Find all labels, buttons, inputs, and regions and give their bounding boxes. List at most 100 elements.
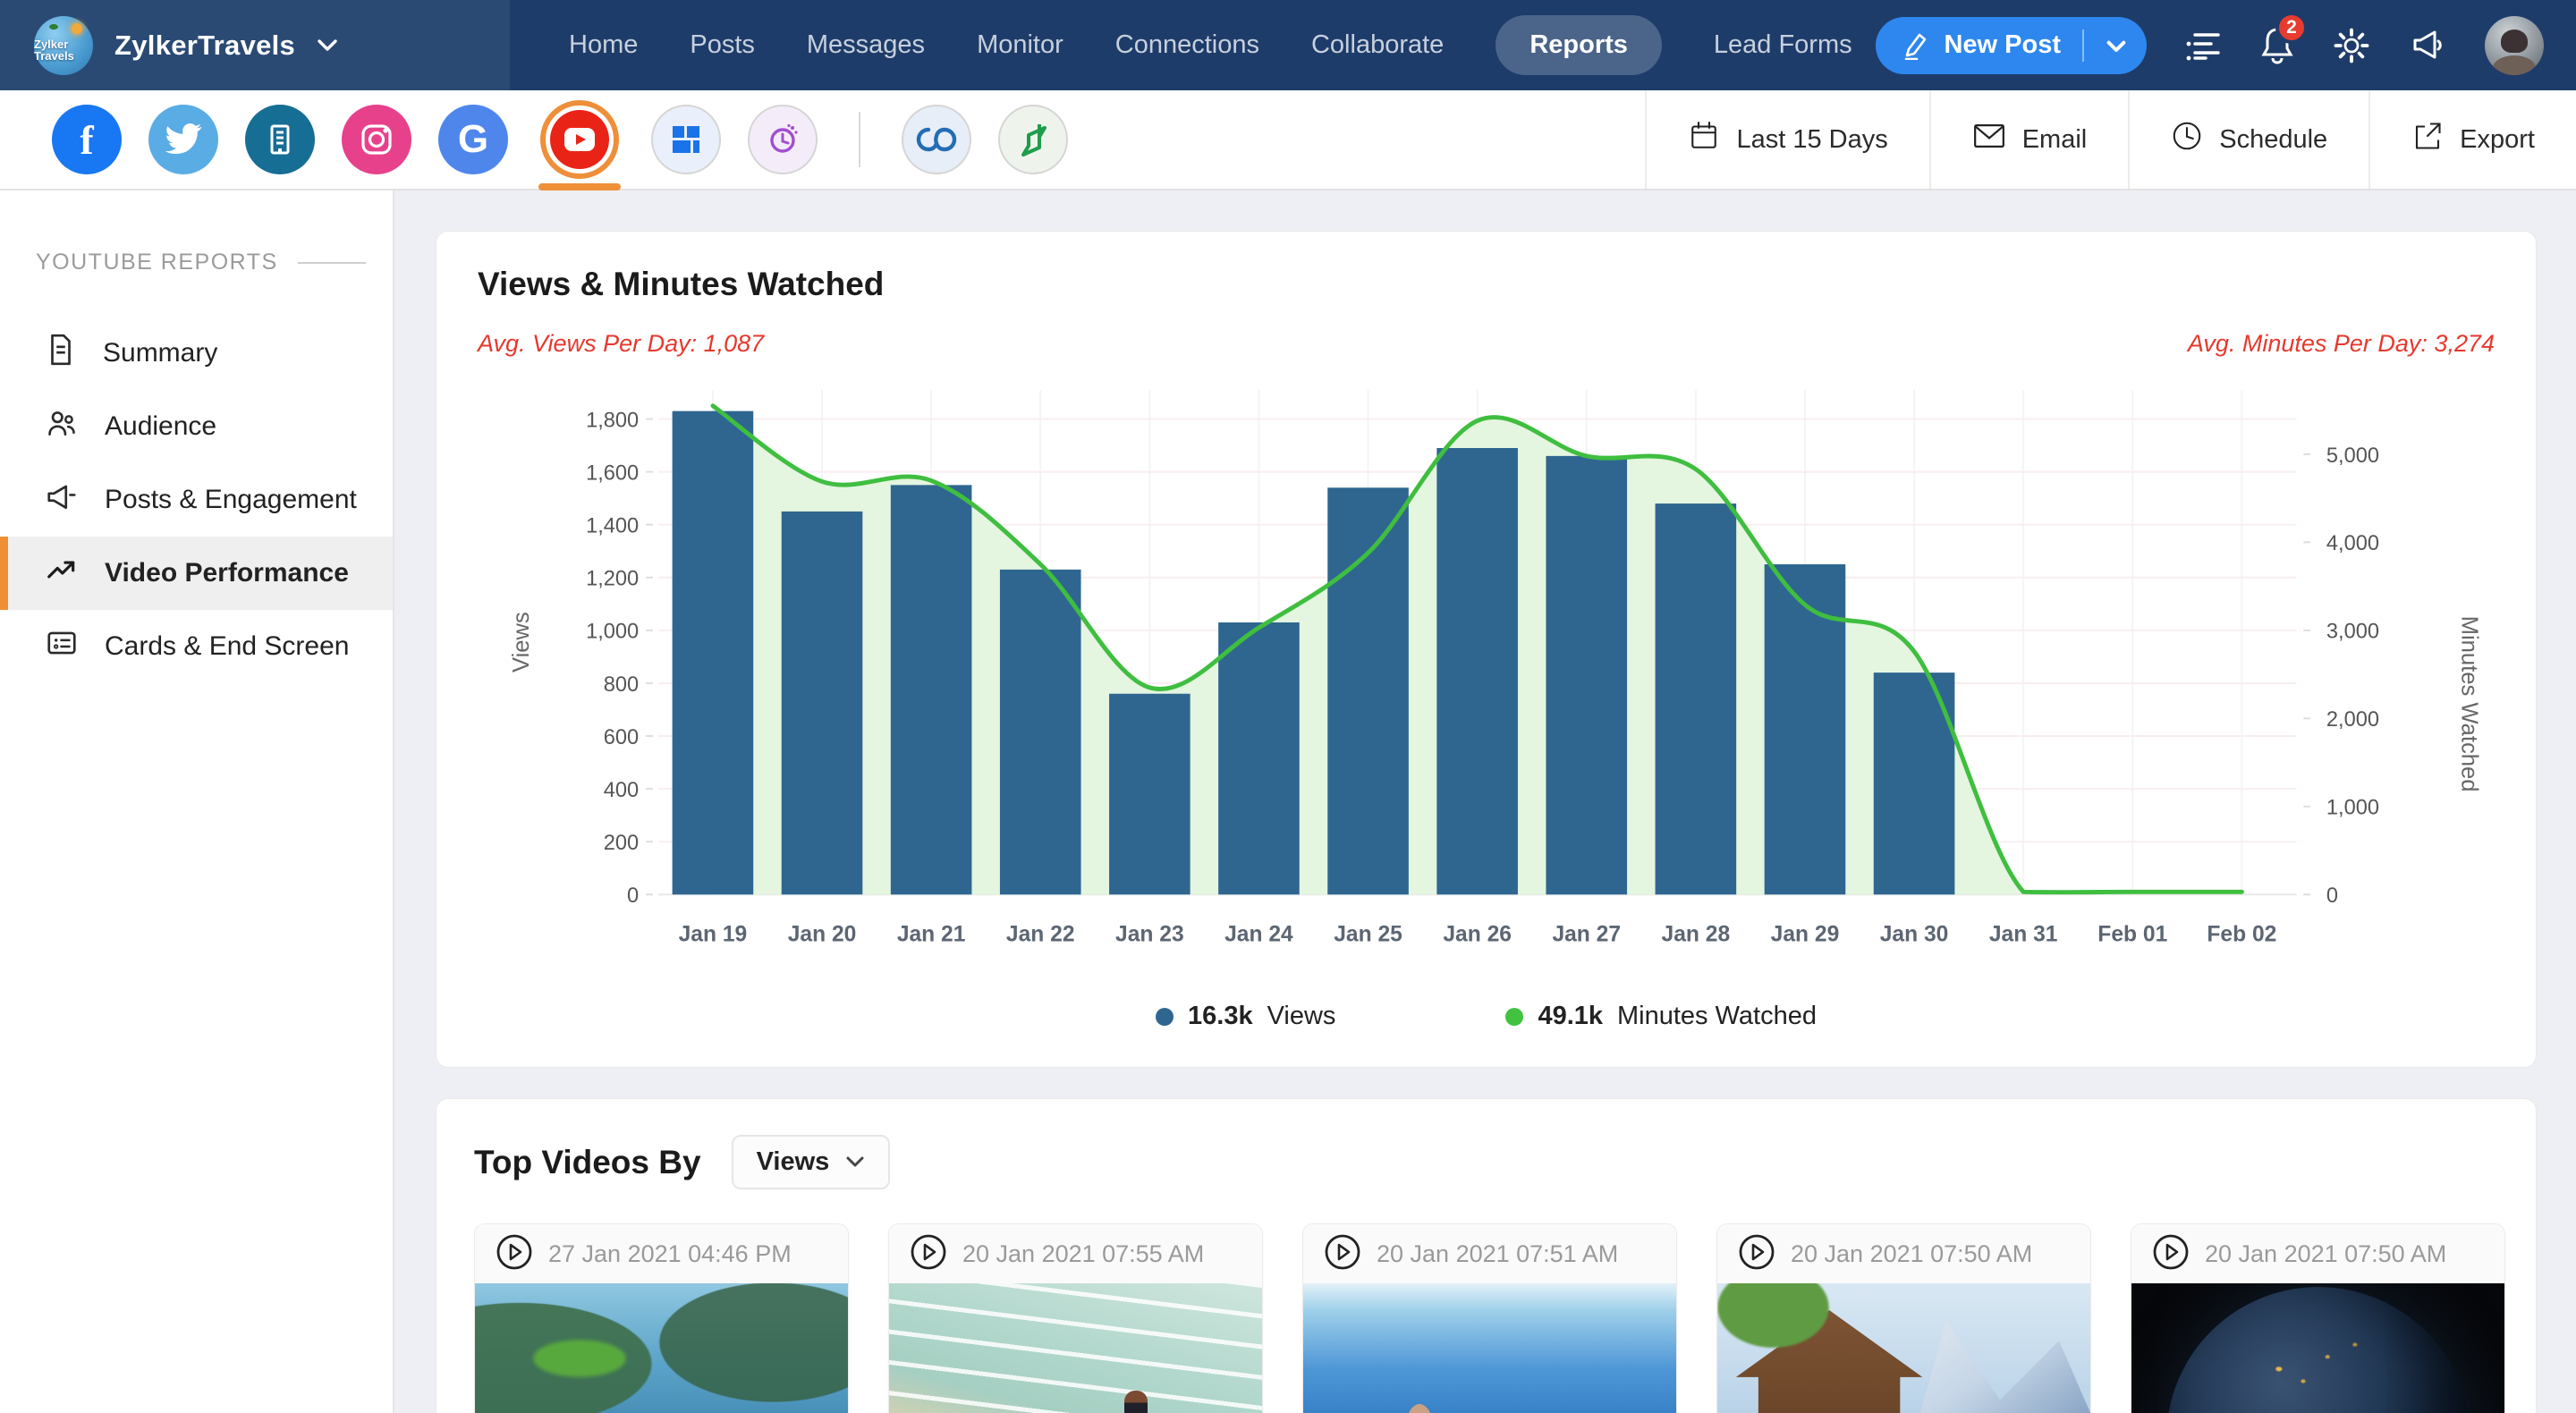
pencil-icon [1902, 31, 1929, 60]
video-play-icon [909, 1232, 948, 1276]
chevron-down-icon [845, 1155, 865, 1169]
svg-text:400: 400 [604, 779, 639, 802]
channel-dashboard-grid-icon[interactable] [651, 90, 721, 189]
brand-name: ZylkerTravels [114, 30, 295, 62]
sidebar-item-video-performance[interactable]: Video Performance [0, 537, 393, 610]
brand-switcher[interactable]: Zylker Travels ZylkerTravels [0, 0, 510, 90]
channel-linkedin-company-icon[interactable] [245, 90, 315, 189]
sidebar-item-posts-engagement[interactable]: Posts & Engagement [0, 463, 393, 537]
last-15-days-button[interactable]: Last 15 Days [1645, 90, 1928, 189]
svg-text:Minutes Watched: Minutes Watched [2457, 616, 2482, 792]
nav-item-reports[interactable]: Reports [1496, 15, 1662, 75]
thumbnail-art [2166, 1287, 2470, 1413]
channel-facebook-icon[interactable]: f [52, 90, 122, 189]
nav-item-lead-forms[interactable]: Lead Forms [1714, 30, 1852, 60]
video-thumbnail-beach-waves-walker[interactable] [889, 1283, 1262, 1413]
svg-text:Jan 20: Jan 20 [788, 922, 857, 946]
video-card[interactable]: 20 Jan 2021 07:50 AM [2131, 1223, 2505, 1413]
video-card-header: 20 Jan 2021 07:55 AM [889, 1224, 1262, 1283]
video-publish-date: 20 Jan 2021 07:50 AM [1791, 1240, 2032, 1268]
channel-zoho-desk-icon[interactable] [998, 90, 1068, 189]
legend-views[interactable]: 16.3kViews [1156, 1002, 1335, 1031]
video-play-icon [1737, 1232, 1776, 1276]
svg-text:0: 0 [627, 884, 639, 908]
views-minutes-chart: 02004006008001,0001,2001,4001,6001,80001… [478, 361, 2495, 996]
chart-legend: 16.3kViews 49.1kMinutes Watched [478, 996, 2495, 1040]
video-thumbnail-green-islands-coast[interactable] [475, 1283, 848, 1413]
sidebar-item-summary[interactable]: Summary [0, 317, 393, 390]
channel-bar: f G Last 15 DaysEmailScheduleExport [0, 90, 2576, 190]
svg-text:200: 200 [604, 832, 639, 855]
chart-title: Views & Minutes Watched [478, 266, 2495, 303]
avg-row: Avg. Views Per Day: 1,087 Avg. Minutes P… [478, 330, 2495, 358]
thumbnail-art [1303, 1404, 1482, 1413]
nav-item-monitor[interactable]: Monitor [977, 30, 1063, 60]
video-card-header: 20 Jan 2021 07:50 AM [1717, 1224, 2090, 1283]
sidebar-item-cards-end-screen[interactable]: Cards & End Screen [0, 610, 393, 683]
chevron-down-icon [317, 38, 338, 53]
main-nav: Home Posts Messages Monitor Connections Colla… [569, 15, 1852, 75]
cards-icon [44, 626, 80, 667]
channel-twitter-icon[interactable] [148, 90, 218, 189]
video-thumbnail-woman-facing-ocean[interactable] [1303, 1283, 1676, 1413]
video-publish-date: 20 Jan 2021 07:51 AM [1377, 1240, 1618, 1268]
nav-item-collaborate[interactable]: Collaborate [1311, 30, 1444, 60]
svg-text:4,000: 4,000 [2326, 532, 2379, 555]
schedule-button[interactable]: Schedule [2128, 90, 2368, 189]
svg-text:800: 800 [604, 673, 639, 697]
nav-item-home[interactable]: Home [569, 30, 638, 60]
trend-icon [44, 553, 80, 594]
sun-icon [72, 23, 82, 34]
legend-minutes-watched[interactable]: 49.1kMinutes Watched [1505, 1002, 1817, 1031]
sidebar-item-audience[interactable]: Audience [0, 390, 393, 463]
video-card[interactable]: 27 Jan 2021 04:46 PM [474, 1223, 849, 1413]
thumbnail-art [1404, 1404, 1435, 1413]
video-cards-row: 27 Jan 2021 04:46 PM 20 Jan 2021 07:55 AM… [474, 1223, 2498, 1413]
avg-views-note: Avg. Views Per Day: 1,087 [478, 330, 764, 358]
channel-timer-icon[interactable] [748, 90, 818, 189]
thumbnail-art [1717, 1283, 1859, 1369]
video-play-icon [1323, 1232, 1362, 1276]
palm-tree-icon [47, 22, 61, 31]
svg-text:Jan 26: Jan 26 [1443, 922, 1512, 946]
video-card[interactable]: 20 Jan 2021 07:50 AM [1716, 1223, 2091, 1413]
activity-list-button[interactable] [2184, 28, 2222, 63]
megaphone-icon [44, 479, 80, 520]
nav-item-posts[interactable]: Posts [690, 30, 755, 60]
nav-item-connections[interactable]: Connections [1115, 30, 1259, 60]
audience-icon [44, 406, 80, 447]
video-thumbnail-alpine-chalet[interactable] [1717, 1283, 2090, 1413]
svg-text:1,000: 1,000 [586, 621, 639, 644]
user-avatar[interactable] [2485, 16, 2544, 75]
video-thumbnail-earth-at-night[interactable] [2131, 1283, 2504, 1413]
svg-text:Jan 19: Jan 19 [679, 922, 748, 946]
filter-value: Views [757, 1147, 830, 1177]
svg-text:5,000: 5,000 [2326, 444, 2379, 468]
svg-text:Jan 31: Jan 31 [1989, 922, 2058, 946]
top-videos-filter-dropdown[interactable]: Views [732, 1135, 891, 1189]
channel-google-my-business-icon[interactable]: G [438, 90, 508, 189]
gear-icon [2333, 27, 2370, 64]
top-nav-right: New Post 2 [1876, 16, 2576, 75]
svg-text:1,000: 1,000 [2326, 797, 2379, 820]
video-card[interactable]: 20 Jan 2021 07:55 AM [888, 1223, 1263, 1413]
nav-item-messages[interactable]: Messages [807, 30, 925, 60]
top-videos-header: Top Videos By Views [474, 1135, 2498, 1189]
notifications-button[interactable]: 2 [2259, 26, 2295, 65]
video-card[interactable]: 20 Jan 2021 07:51 AM [1302, 1223, 1677, 1413]
new-post-button[interactable]: New Post [1876, 17, 2147, 74]
channel-youtube-icon[interactable] [535, 90, 624, 189]
svg-text:1,800: 1,800 [586, 409, 639, 432]
export-button[interactable]: Export [2368, 90, 2576, 189]
video-card-header: 27 Jan 2021 04:46 PM [475, 1224, 848, 1283]
chart-area: 02004006008001,0001,2001,4001,6001,80001… [478, 361, 2495, 996]
list-icon [2184, 28, 2222, 63]
channel-zoho-crm-icon[interactable] [902, 90, 971, 189]
document-icon [44, 333, 78, 374]
new-post-dropdown-chevron-icon[interactable] [2098, 28, 2134, 63]
channel-instagram-icon[interactable] [342, 90, 411, 189]
email-button[interactable]: Email [1929, 90, 2129, 189]
announcements-button[interactable] [2408, 27, 2447, 64]
thumbnail-art [1124, 1391, 1148, 1413]
settings-button[interactable] [2333, 27, 2370, 64]
